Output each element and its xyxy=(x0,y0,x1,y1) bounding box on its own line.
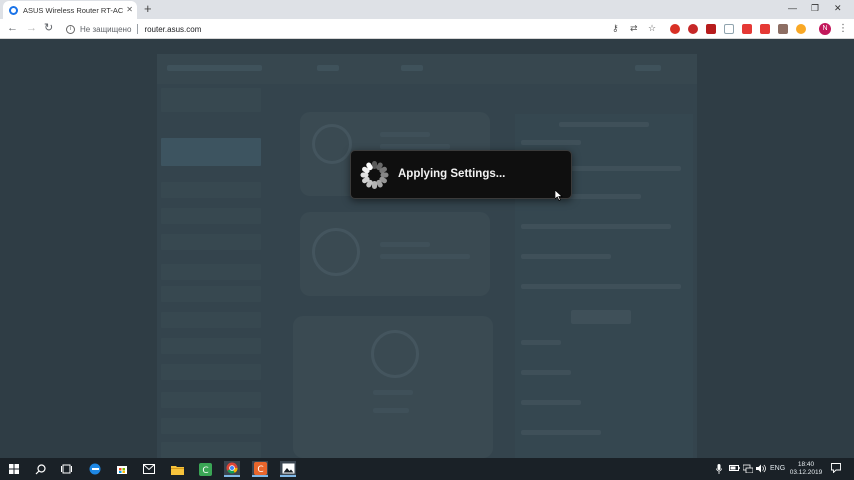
applying-message: Applying Settings... xyxy=(398,168,506,180)
router-ui-background xyxy=(157,54,697,458)
task-view-icon[interactable] xyxy=(58,461,74,477)
applying-settings-dialog: Applying Settings... xyxy=(350,150,572,199)
clock-date: 03.12.2019 xyxy=(789,469,823,476)
profile-avatar[interactable]: N xyxy=(819,23,831,35)
minimize-button[interactable]: — xyxy=(788,2,797,14)
clients-status-card xyxy=(293,316,493,458)
hat-extension-icon[interactable] xyxy=(778,24,788,34)
info-icon[interactable]: i xyxy=(66,24,75,34)
camtasia-recorder-icon[interactable]: C xyxy=(252,461,268,477)
bookmark-star-icon[interactable]: ☆ xyxy=(648,23,656,34)
asus-favicon-icon xyxy=(9,5,18,15)
chrome-taskbar-icon[interactable] xyxy=(224,461,240,477)
notifications-icon[interactable] xyxy=(831,463,841,477)
window-close-button[interactable]: ✕ xyxy=(834,2,842,14)
adblock-extension-icon[interactable] xyxy=(688,24,698,34)
svg-text:C: C xyxy=(202,466,208,476)
new-tab-button[interactable]: + xyxy=(144,2,152,16)
mail-icon[interactable] xyxy=(141,461,157,477)
translate-icon[interactable]: ⇄ xyxy=(630,23,638,34)
volume-icon[interactable] xyxy=(756,464,766,477)
search-icon[interactable] xyxy=(32,461,48,477)
store-icon[interactable] xyxy=(114,461,130,477)
language-indicator[interactable]: ENG xyxy=(770,464,785,474)
windows-taskbar: C C ENG 18:40 03.12.2019 xyxy=(0,458,854,480)
address-bar[interactable]: i Не защищено router.asus.com xyxy=(62,21,660,37)
back-arrow-icon[interactable]: ← xyxy=(7,22,18,35)
photos-icon[interactable] xyxy=(280,461,296,477)
key-icon[interactable]: ⚷ xyxy=(612,23,619,34)
mouse-cursor-icon xyxy=(555,190,563,201)
pdf-extension-icon[interactable] xyxy=(706,24,716,34)
battery-icon[interactable] xyxy=(729,464,740,476)
router-page-overlay xyxy=(0,40,854,458)
tab-close-icon[interactable]: ✕ xyxy=(126,6,133,14)
maximize-button[interactable]: ❐ xyxy=(811,2,819,14)
tab-strip: ASUS Wireless Router RT-AC750... ✕ + — ❐… xyxy=(0,0,854,19)
pocket-extension-icon[interactable] xyxy=(742,24,752,34)
tab-title: ASUS Wireless Router RT-AC750... xyxy=(23,5,124,15)
mail-extension-icon[interactable] xyxy=(760,24,770,34)
vpn-extension-icon[interactable] xyxy=(796,24,806,34)
microphone-icon[interactable] xyxy=(716,464,722,478)
camtasia-icon[interactable]: C xyxy=(197,461,213,477)
windows-start-icon[interactable] xyxy=(6,461,22,477)
file-explorer-icon[interactable] xyxy=(169,461,185,477)
router-sidebar xyxy=(161,88,261,458)
network-icon[interactable] xyxy=(742,464,754,477)
vk-extension-icon[interactable] xyxy=(724,24,734,34)
router-header xyxy=(157,54,697,84)
wireless-status-card xyxy=(300,212,490,296)
url-text[interactable]: router.asus.com xyxy=(144,25,201,34)
clock-time: 18:40 xyxy=(797,461,815,468)
security-status[interactable]: Не защищено xyxy=(80,25,131,34)
edge-browser-icon[interactable] xyxy=(87,461,103,477)
forward-arrow-icon[interactable]: → xyxy=(26,22,37,35)
browser-menu-icon[interactable]: ⋮ xyxy=(838,22,848,35)
browser-toolbar: ← → ↻ i Не защищено router.asus.com ⚷ ⇄ … xyxy=(0,19,854,39)
loading-spinner-icon xyxy=(359,160,389,190)
svg-text:C: C xyxy=(257,465,263,475)
opera-extension-icon[interactable] xyxy=(670,24,680,34)
reload-icon[interactable]: ↻ xyxy=(44,22,53,35)
address-divider xyxy=(137,24,139,34)
system-clock[interactable]: 18:40 03.12.2019 xyxy=(786,461,826,477)
browser-tab-router[interactable]: ASUS Wireless Router RT-AC750... ✕ xyxy=(3,1,137,19)
